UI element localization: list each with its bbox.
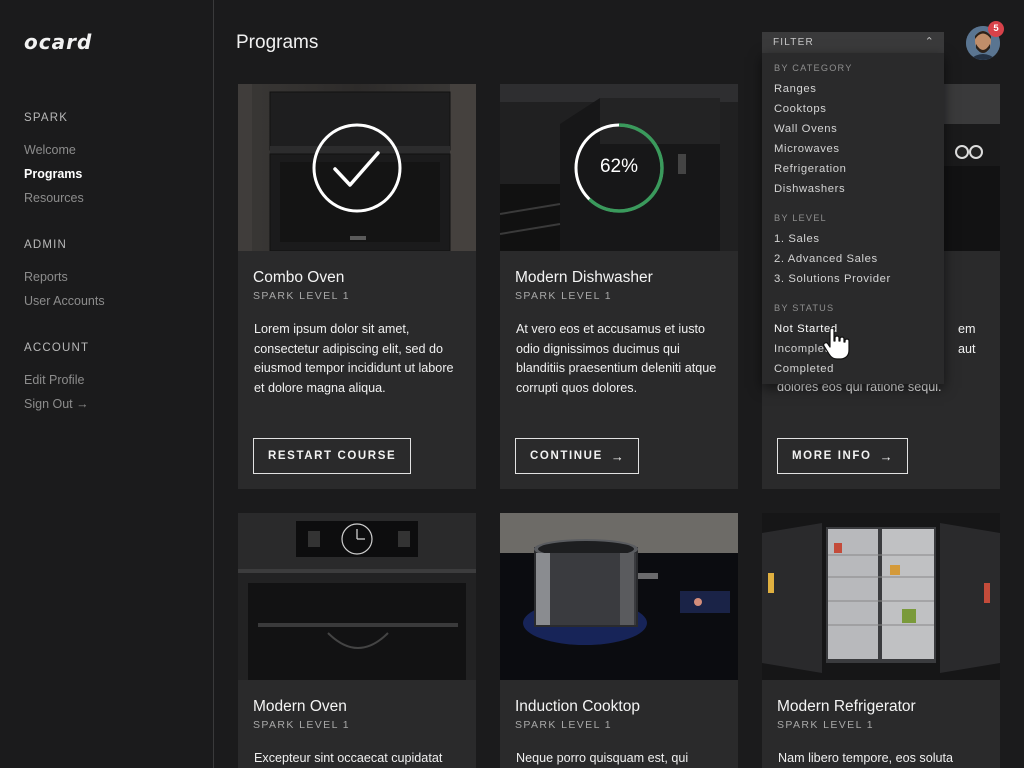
notification-badge[interactable]: 5 bbox=[988, 21, 1004, 37]
card-description: Excepteur sint occaecat cupidatat bbox=[254, 751, 443, 765]
filter-heading-status: BY STATUS bbox=[774, 303, 835, 313]
card-level: SPARK LEVEL 1 bbox=[515, 719, 612, 731]
modern-oven-image bbox=[238, 513, 476, 680]
program-card-modern-oven: Modern Oven SPARK LEVEL 1 Excepteur sint… bbox=[238, 513, 476, 768]
modern-refrigerator-image bbox=[762, 513, 1000, 680]
card-level: SPARK LEVEL 1 bbox=[253, 719, 350, 731]
filter-option-dishwashers[interactable]: Dishwashers bbox=[774, 179, 853, 199]
sidebar-item-sign-out[interactable]: Sign Out → bbox=[24, 392, 89, 416]
program-card-modern-refrigerator: Modern Refrigerator SPARK LEVEL 1 Nam li… bbox=[762, 513, 1000, 768]
filter-heading-level: BY LEVEL bbox=[774, 213, 827, 223]
page-title: Programs bbox=[236, 32, 319, 53]
program-card-modern-dishwasher: 62% Modern Dishwasher SPARK LEVEL 1 At v… bbox=[500, 84, 738, 489]
sidebar-item-resources[interactable]: Resources bbox=[24, 186, 84, 210]
sidebar-item-welcome[interactable]: Welcome bbox=[24, 138, 84, 162]
button-label: CONTINUE bbox=[530, 450, 603, 462]
restart-course-button[interactable]: RESTART COURSE bbox=[253, 438, 412, 474]
filter-dropdown-toggle[interactable]: FILTER ⌃ bbox=[762, 32, 944, 53]
brand-logo[interactable]: ocard bbox=[24, 30, 92, 54]
checkmark-circle-icon bbox=[312, 123, 402, 213]
filter-group-category: BY CATEGORY Ranges Cooktops Wall Ovens M… bbox=[774, 63, 853, 199]
nav-heading-account: ACCOUNT bbox=[24, 342, 90, 354]
filter-group-level: BY LEVEL 1. Sales 2. Advanced Sales 3. S… bbox=[774, 213, 891, 289]
card-description: Nam libero tempore, eos soluta bbox=[778, 751, 953, 765]
arrow-right-icon: → bbox=[879, 448, 893, 464]
filter-dropdown-panel: BY CATEGORY Ranges Cooktops Wall Ovens M… bbox=[762, 53, 944, 384]
modern-dishwasher-image: 62% bbox=[500, 84, 738, 251]
card-title: Modern Dishwasher bbox=[515, 269, 653, 286]
card-description: aut bbox=[958, 342, 976, 356]
sidebar-item-programs[interactable]: Programs bbox=[24, 162, 84, 186]
nav-heading-admin: ADMIN bbox=[24, 239, 68, 251]
card-level: SPARK LEVEL 1 bbox=[777, 719, 874, 731]
filter-option-refrigeration[interactable]: Refrigeration bbox=[774, 159, 853, 179]
combo-oven-image bbox=[238, 84, 476, 251]
filter-option-wall-ovens[interactable]: Wall Ovens bbox=[774, 119, 853, 139]
filter-option-microwaves[interactable]: Microwaves bbox=[774, 139, 853, 159]
card-title: Modern Refrigerator bbox=[777, 698, 916, 715]
nav-heading-spark: SPARK bbox=[24, 112, 69, 124]
program-card-induction-cooktop: Induction Cooktop SPARK LEVEL 1 Neque po… bbox=[500, 513, 738, 768]
continue-button[interactable]: CONTINUE → bbox=[515, 438, 639, 474]
card-level: SPARK LEVEL 1 bbox=[515, 290, 612, 302]
sidebar-item-user-accounts[interactable]: User Accounts bbox=[24, 289, 105, 313]
filter-option-sales[interactable]: 1. Sales bbox=[774, 229, 891, 249]
sidebar: ocard SPARK Welcome Programs Resources A… bbox=[0, 0, 214, 768]
filter-option-completed[interactable]: Completed bbox=[774, 359, 838, 379]
button-label: MORE INFO bbox=[792, 450, 872, 462]
filter-option-advanced-sales[interactable]: 2. Advanced Sales bbox=[774, 249, 891, 269]
chevron-up-icon[interactable]: ⌃ bbox=[925, 32, 935, 53]
card-description: At vero eos et accusamus et iusto odio d… bbox=[516, 322, 717, 395]
sidebar-item-reports[interactable]: Reports bbox=[24, 265, 105, 289]
hand-pointer-icon bbox=[823, 328, 850, 360]
card-title: Combo Oven bbox=[253, 269, 345, 286]
card-title: Induction Cooktop bbox=[515, 698, 640, 715]
filter-option-ranges[interactable]: Ranges bbox=[774, 79, 853, 99]
progress-percent: 62% bbox=[599, 156, 639, 177]
card-title: Modern Oven bbox=[253, 698, 347, 715]
nav-section-admin: ADMIN Reports User Accounts bbox=[24, 239, 105, 313]
sidebar-item-edit-profile[interactable]: Edit Profile bbox=[24, 368, 89, 392]
card-description: em bbox=[958, 322, 976, 336]
filter-option-cooktops[interactable]: Cooktops bbox=[774, 99, 853, 119]
arrow-right-icon: → bbox=[610, 448, 624, 464]
more-info-button[interactable]: MORE INFO → bbox=[777, 438, 908, 474]
nav-section-account: ACCOUNT Edit Profile Sign Out → bbox=[24, 342, 89, 416]
button-label: RESTART COURSE bbox=[268, 450, 397, 462]
filter-option-solutions-provider[interactable]: 3. Solutions Provider bbox=[774, 269, 891, 289]
program-card-combo-oven: Combo Oven SPARK LEVEL 1 Lorem ipsum dol… bbox=[238, 84, 476, 489]
nav-section-spark: SPARK Welcome Programs Resources bbox=[24, 112, 84, 210]
filter-heading-category: BY CATEGORY bbox=[774, 63, 853, 73]
card-level: SPARK LEVEL 1 bbox=[253, 290, 350, 302]
card-description: Lorem ipsum dolor sit amet, consectetur … bbox=[254, 322, 454, 395]
induction-cooktop-image bbox=[500, 513, 738, 680]
card-description: Neque porro quisquam est, qui bbox=[516, 751, 689, 765]
filter-label: FILTER bbox=[773, 37, 814, 48]
